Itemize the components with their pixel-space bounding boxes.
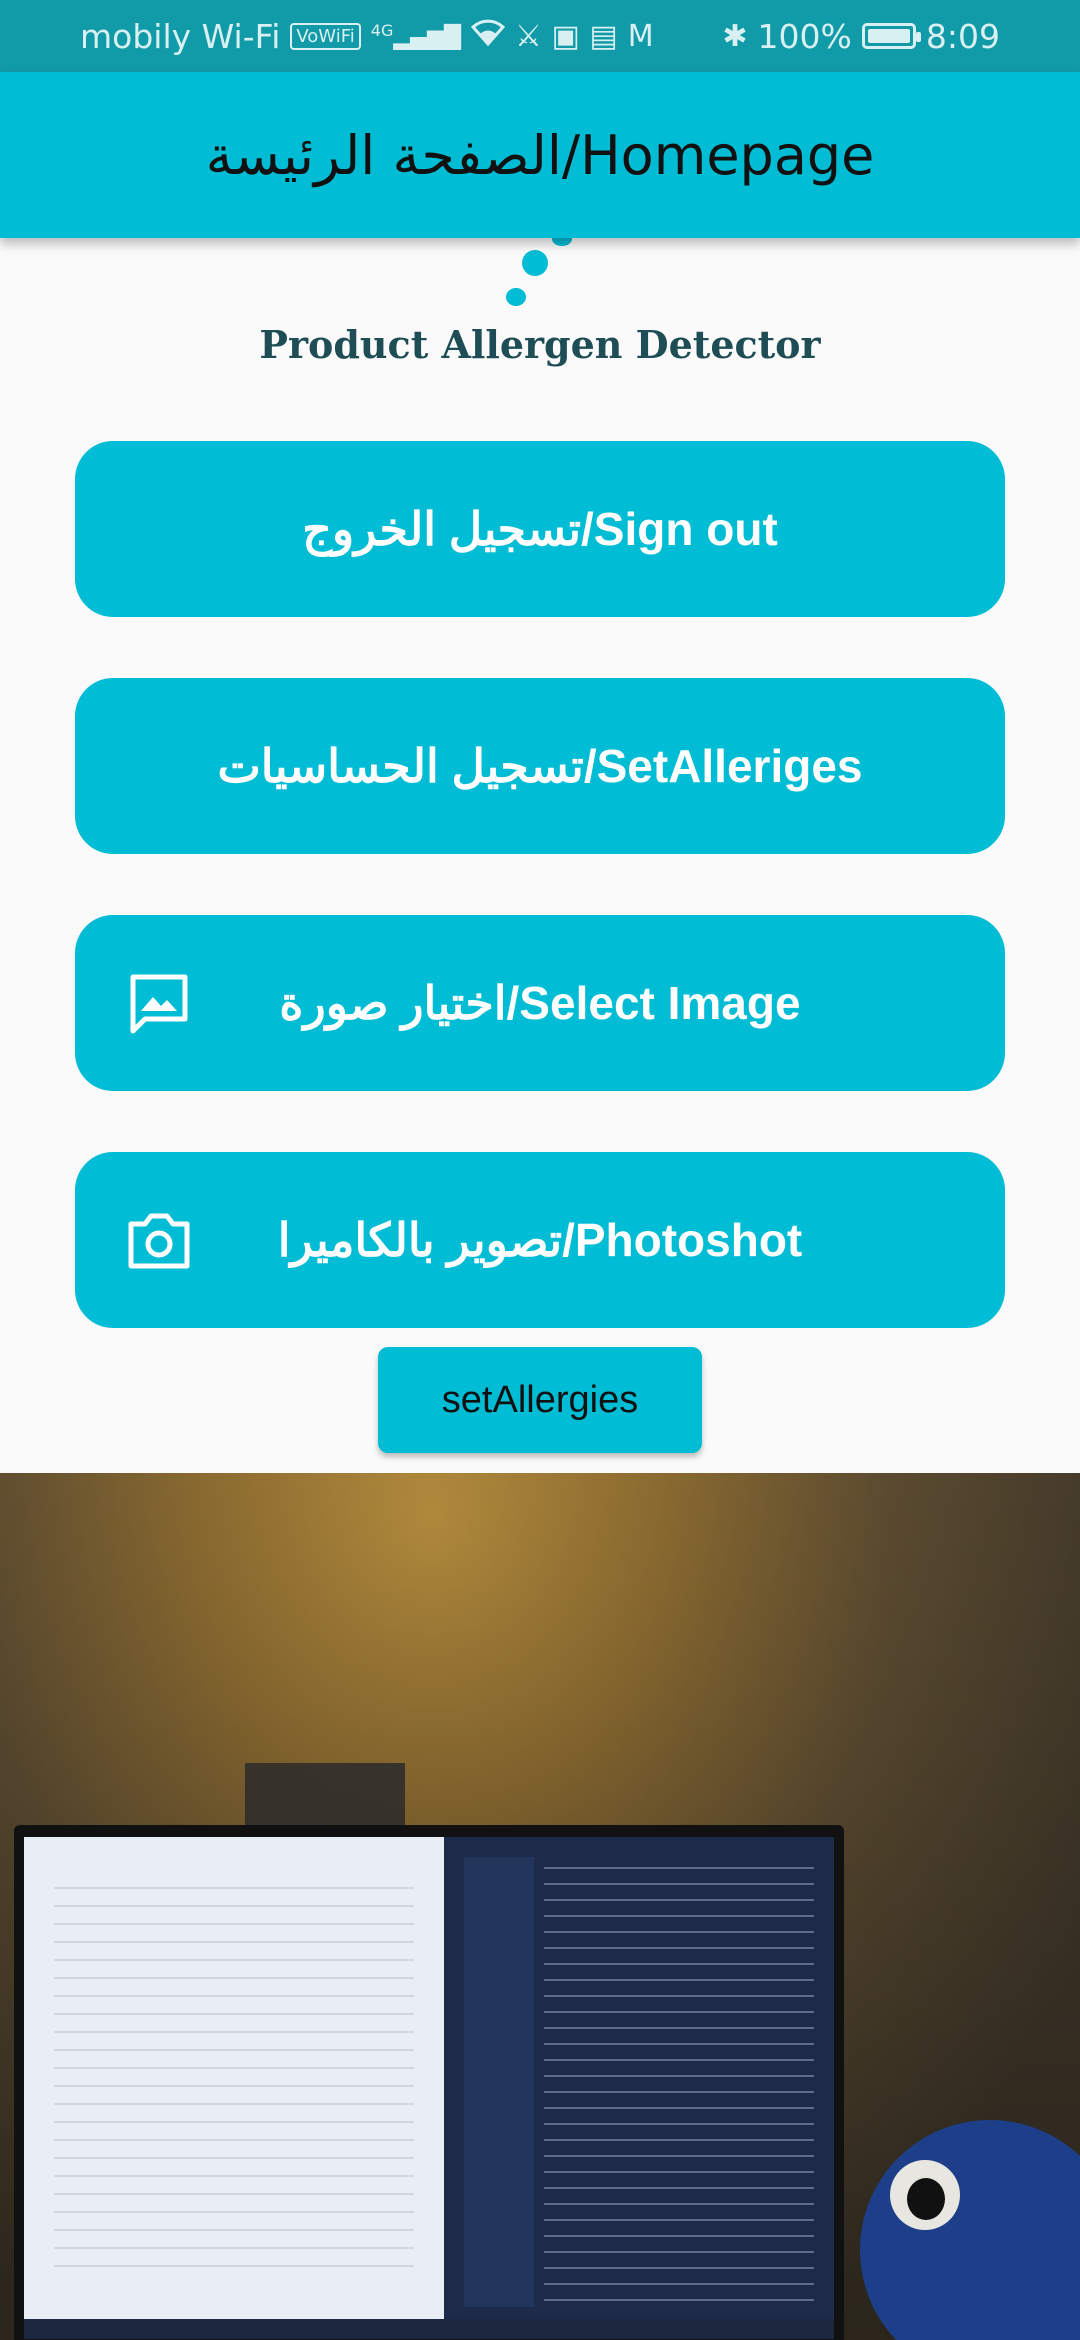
set-allergies-small-label: setAllergies — [441, 1378, 639, 1421]
select-image-button[interactable]: اختيار صورة/Select Image — [75, 915, 1005, 1091]
clock: 8:09 — [925, 16, 1000, 56]
image-icon — [127, 971, 191, 1035]
monitor-taskbar — [24, 2319, 834, 2339]
app-subtitle: Product Allergen Detector — [259, 322, 821, 367]
battery-percent: 100% — [757, 16, 852, 56]
app-bar: الصفحة الرئيسة/Homepage — [0, 72, 1080, 238]
gmail-icon: M — [627, 18, 654, 54]
wifi-icon — [470, 18, 506, 54]
sign-out-label: تسجيل الخروج/Sign out — [302, 503, 778, 555]
set-allergies-small-button[interactable]: setAllergies — [378, 1347, 702, 1453]
page-title: الصفحة الرئيسة/Homepage — [205, 123, 875, 187]
logo-dot — [522, 250, 548, 276]
monitor-browser-content — [54, 1887, 414, 2267]
photo-plush-pupil — [907, 2178, 945, 2220]
selected-image-preview — [0, 1473, 1080, 2340]
battery-fill — [867, 29, 910, 43]
monitor-explorer-panel — [464, 1857, 534, 2307]
vowifi-icon: VoWiFi — [290, 22, 361, 50]
set-allergies-label: تسجيل الحساسيات/SetAlleriges — [217, 740, 863, 792]
photoshot-label: تصوير بالكاميرا/Photoshot — [277, 1214, 803, 1266]
monitor-code-editor — [444, 1837, 834, 2327]
bluetooth-icon: ✱ — [722, 18, 748, 54]
signal-icon: 4G▂▄▆█ — [370, 21, 462, 51]
photoshot-button[interactable]: تصوير بالكاميرا/Photoshot — [75, 1152, 1005, 1328]
photo-monitor — [14, 1825, 844, 2340]
battery-icon — [861, 23, 921, 49]
status-bar: mobily Wi-Fi VoWiFi 4G▂▄▆█ ⚔ ▣ ▤ M ✱ 100… — [0, 0, 1080, 72]
logo-dots — [0, 232, 1080, 308]
camera-icon — [127, 1208, 191, 1272]
monitor-code-lines — [544, 1867, 814, 2307]
network-type-label: 4G — [370, 21, 394, 41]
status-left: mobily Wi-Fi VoWiFi 4G▂▄▆█ ⚔ ▣ ▤ M — [80, 17, 654, 56]
select-image-label: اختيار صورة/Select Image — [279, 977, 801, 1029]
notification-icons: ⚔ ▣ ▤ — [515, 18, 618, 54]
logo-dot — [506, 288, 526, 306]
sign-out-button[interactable]: تسجيل الخروج/Sign out — [75, 441, 1005, 617]
set-allergies-button[interactable]: تسجيل الحساسيات/SetAlleriges — [75, 678, 1005, 854]
status-right: ✱ 100% 8:09 — [722, 17, 1000, 56]
carrier-label: mobily Wi-Fi — [80, 16, 281, 56]
monitor-browser-window — [24, 1837, 444, 2327]
